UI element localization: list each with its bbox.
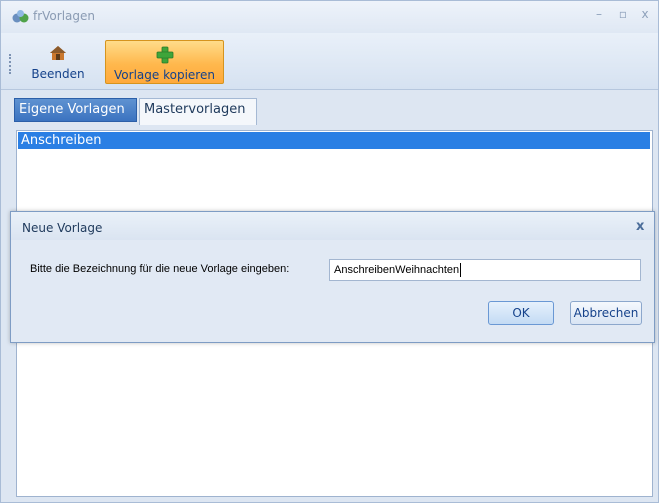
app-icon bbox=[12, 10, 29, 23]
template-name-value: AnschreibenWeihnachten bbox=[334, 264, 460, 276]
beenden-label: Beenden bbox=[31, 67, 85, 81]
prompt-label: Bitte die Bezeichnung für die neue Vorla… bbox=[30, 263, 290, 275]
list-item[interactable]: Anschreiben bbox=[18, 132, 650, 149]
vorlage-kopieren-label: Vorlage kopieren bbox=[114, 68, 215, 82]
maximize-icon[interactable]: ▫ bbox=[616, 7, 630, 21]
title-bar: frVorlagen – ▫ x bbox=[1, 1, 658, 33]
beenden-button[interactable]: Beenden bbox=[27, 40, 89, 84]
plus-icon bbox=[156, 46, 173, 64]
dialog-title: Neue Vorlage bbox=[22, 221, 103, 235]
abbrechen-button[interactable]: Abbrechen bbox=[570, 301, 642, 325]
dialog-title-bar: Neue Vorlage x bbox=[11, 212, 654, 240]
dialog-close-icon[interactable]: x bbox=[636, 219, 644, 234]
toolbar bbox=[1, 33, 658, 90]
minimize-icon[interactable]: – bbox=[592, 7, 606, 21]
close-icon[interactable]: x bbox=[638, 7, 652, 21]
window-title: frVorlagen bbox=[33, 9, 96, 23]
template-name-input[interactable]: AnschreibenWeihnachten bbox=[329, 259, 641, 281]
tab-mastervorlagen[interactable]: Mastervorlagen bbox=[139, 98, 257, 125]
house-icon bbox=[50, 46, 66, 60]
vorlage-kopieren-button[interactable]: Vorlage kopieren bbox=[105, 40, 224, 84]
ok-button[interactable]: OK bbox=[488, 301, 554, 325]
toolbar-grip[interactable] bbox=[9, 54, 14, 74]
text-caret bbox=[460, 263, 462, 278]
tab-eigene-vorlagen[interactable]: Eigene Vorlagen bbox=[14, 98, 137, 122]
neue-vorlage-dialog: Neue Vorlage x Bitte die Bezeichnung für… bbox=[10, 211, 655, 343]
